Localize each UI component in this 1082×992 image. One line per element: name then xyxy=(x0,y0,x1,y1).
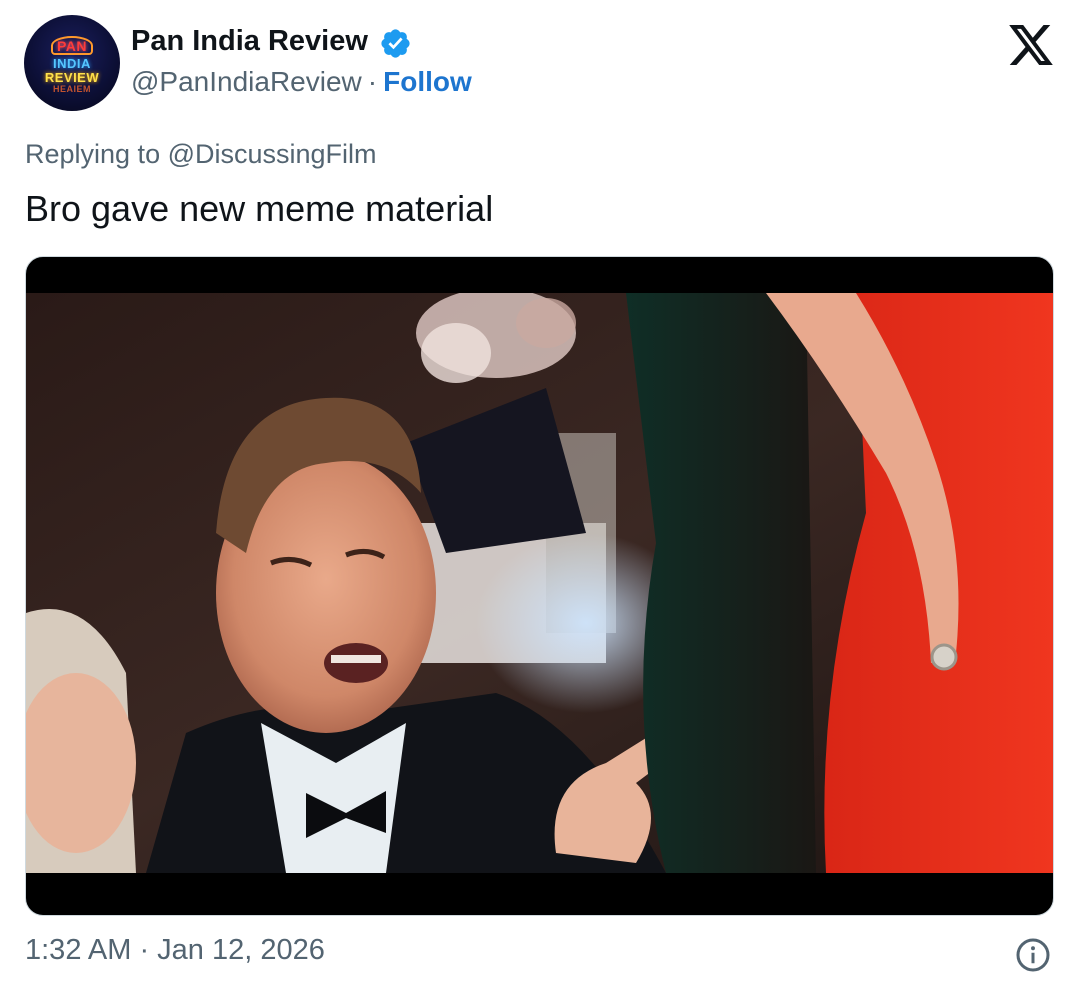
display-name[interactable]: Pan India Review xyxy=(131,25,368,58)
avatar-logo-pan: PAN xyxy=(50,36,94,55)
avatar-logo-review: REVIEW xyxy=(44,70,100,85)
reply-handle-link[interactable]: @DiscussingFilm xyxy=(168,139,377,169)
video-frame xyxy=(26,293,1053,873)
x-logo-icon[interactable] xyxy=(1009,25,1053,65)
avatar-logo-india: INDIA xyxy=(53,56,91,71)
replying-prefix: Replying to xyxy=(25,139,168,169)
timestamp[interactable]: 1:32 AM · Jan 12, 2026 xyxy=(25,934,325,967)
handle-row: @PanIndiaReview · Follow xyxy=(131,66,472,98)
follow-link[interactable]: Follow xyxy=(383,66,472,97)
handle-separator: · xyxy=(367,66,378,97)
replying-to: Replying to @DiscussingFilm xyxy=(25,139,377,170)
video-player[interactable] xyxy=(25,256,1054,916)
tweet-text: Bro gave new meme material xyxy=(25,188,494,229)
verified-badge-icon xyxy=(381,29,410,58)
avatar-logo-strip: HEAIEM xyxy=(52,84,91,94)
avatar[interactable]: PAN INDIA REVIEW HEAIEM xyxy=(24,15,120,111)
tweet-embed: PAN INDIA REVIEW HEAIEM Pan India Review… xyxy=(0,0,1082,992)
account-handle[interactable]: @PanIndiaReview xyxy=(131,66,362,97)
info-icon[interactable] xyxy=(1015,937,1051,973)
